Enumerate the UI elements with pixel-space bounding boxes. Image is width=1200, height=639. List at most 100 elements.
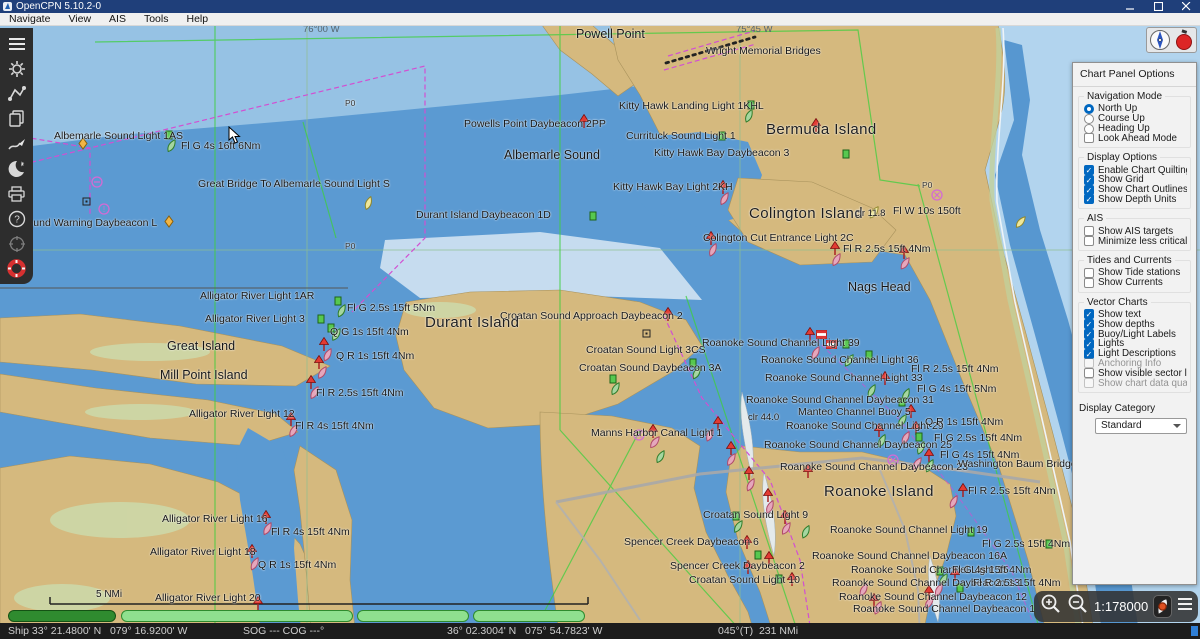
checkbox-show-visible-sector-lights[interactable] — [1084, 368, 1094, 378]
night-mode-moon-icon[interactable] — [4, 156, 30, 181]
option-show-chart-data-quality[interactable]: Show chart data quality — [1084, 378, 1187, 388]
checkbox-enable-chart-quilting[interactable]: ✓ — [1084, 165, 1094, 175]
chart-bar-segment[interactable] — [8, 610, 116, 622]
chart-label: Roanoke Island — [824, 483, 934, 500]
option-label: Anchoring Info — [1098, 358, 1161, 369]
chart-label: Currituck Sound Light 1 — [626, 130, 736, 142]
follow-boat-button[interactable] — [1153, 595, 1172, 618]
checkbox-show-currents[interactable] — [1084, 278, 1094, 288]
bearing-range-readout: 045°(T) 231 NMi — [718, 623, 798, 639]
option-label: Look Ahead Mode — [1098, 133, 1177, 144]
menu-view[interactable]: View — [59, 13, 100, 26]
chart-label: Fl G 4s 16ft 6Nm — [181, 140, 260, 152]
checkbox-lights[interactable]: ✓ — [1084, 339, 1094, 349]
chart-bar-segment[interactable] — [357, 610, 469, 622]
print-icon[interactable] — [4, 181, 30, 206]
chart-bar-segment[interactable] — [121, 610, 353, 622]
checkbox-show-tide-stations[interactable] — [1084, 268, 1094, 278]
checkbox-show-chart-outlines[interactable]: ✓ — [1084, 185, 1094, 195]
chart-label: Roanoke Sound Channel Light 39 — [702, 337, 860, 349]
chart-label: Q G 1s 15ft 4Nm — [330, 326, 409, 338]
chart-bar-segment[interactable] — [473, 610, 585, 622]
chart-label: P0 — [345, 98, 355, 108]
checkbox-light-descriptions[interactable]: ✓ — [1084, 349, 1094, 359]
route-manager-icon[interactable] — [4, 106, 30, 131]
group-label: Navigation Mode — [1084, 91, 1165, 102]
menu-ais[interactable]: AIS — [100, 13, 135, 26]
option-anchoring-info[interactable]: Anchoring Info — [1084, 359, 1187, 369]
chart-scale-value: 1:178000 — [1094, 599, 1148, 614]
compass-gps-widget[interactable] — [1146, 27, 1197, 53]
menu-tools[interactable]: Tools — [135, 13, 178, 26]
checkbox-show-grid[interactable]: ✓ — [1084, 175, 1094, 185]
menu-navigate[interactable]: Navigate — [0, 13, 59, 26]
checkbox-anchoring-info[interactable] — [1084, 358, 1094, 368]
checkbox-show-chart-data-quality[interactable] — [1084, 378, 1094, 388]
chart-label: P0 — [345, 241, 355, 251]
mouse-cursor — [228, 126, 241, 149]
chart-label: Fl G 2.5s 15ft 4Nm — [934, 432, 1022, 444]
chart-label: Roanoke Sound Channel Daybeacon 12 — [839, 591, 1027, 603]
checkbox-show-ais-targets[interactable] — [1084, 226, 1094, 236]
resize-grip[interactable] — [1191, 626, 1198, 636]
group-ais: AISShow AIS targetsMinimize less critica… — [1078, 218, 1191, 251]
radio-heading-up[interactable] — [1084, 124, 1094, 134]
chart-label: Alligator River Light 18 — [150, 546, 256, 558]
man-overboard-icon[interactable] — [4, 256, 30, 281]
chart-label: Fl W 10s 150ft — [893, 205, 961, 217]
chart-label: Albemarle Sound — [504, 148, 600, 162]
checkbox-show-text[interactable]: ✓ — [1084, 309, 1094, 319]
checkbox-buoy-light-labels[interactable]: ✓ — [1084, 329, 1094, 339]
drop-mark-icon[interactable] — [4, 231, 30, 256]
chart-scale-toolbar: 1:178000 — [1034, 591, 1198, 622]
chart-label: Bermuda Island — [766, 121, 877, 138]
follow-vessel-icon[interactable] — [4, 131, 30, 156]
chart-label: Spencer Creek Daybeacon 6 — [624, 536, 759, 548]
display-category-select[interactable]: Standard — [1095, 418, 1187, 434]
zoom-in-button[interactable] — [1040, 593, 1062, 620]
checkbox-show-depth-units[interactable]: ✓ — [1084, 194, 1094, 204]
maximize-button[interactable] — [1144, 0, 1172, 13]
settings-gear-icon[interactable] — [4, 56, 30, 81]
group-tides-and-currents: Tides and CurrentsShow Tide stationsShow… — [1078, 260, 1191, 293]
option-minimize-less-critical-targets[interactable]: Minimize less critical targets — [1084, 236, 1187, 246]
chart-label: Durant Island Daybeacon 1D — [416, 209, 551, 221]
radio-north-up[interactable] — [1084, 104, 1094, 114]
chart-label: P0 — [922, 180, 932, 190]
chart-label: Colington Island — [749, 205, 863, 222]
menu-help[interactable]: Help — [177, 13, 217, 26]
option-look-ahead-mode[interactable]: Look Ahead Mode — [1084, 133, 1187, 143]
display-category-label: Display Category — [1079, 403, 1190, 414]
chevron-down-icon — [1173, 424, 1181, 428]
option-label: Show chart data quality — [1098, 378, 1187, 389]
chart-label: Kitty Hawk Landing Light 1KHL — [619, 100, 764, 112]
gps-status-red-icon — [1174, 29, 1194, 51]
chart-label: Roanoke Sound Channel Daybeacon 23 — [780, 461, 968, 473]
chart-label: clr 11.8 — [855, 208, 885, 219]
chart-menu-button[interactable] — [1177, 597, 1193, 616]
group-vector-charts: Vector Charts✓Show text✓Show depths✓Buoy… — [1078, 302, 1191, 393]
chart-canvas[interactable]: 76°00 W75°45 WPowell PointWright Memoria… — [0, 26, 1200, 639]
minimize-button[interactable] — [1116, 0, 1144, 13]
cursor-position-readout: 36° 02.3004' N 075° 54.7823' W — [447, 623, 602, 639]
checkbox-show-depths[interactable]: ✓ — [1084, 319, 1094, 329]
checkbox-minimize-less-critical-targets[interactable] — [1084, 236, 1094, 246]
zoom-out-button[interactable] — [1067, 593, 1089, 620]
window-title: OpenCPN 5.10.2-0 — [16, 0, 101, 13]
chart-label: Alligator River Light 16 — [162, 513, 268, 525]
chart-label: Alligator River Light 12 — [189, 408, 295, 420]
option-show-currents[interactable]: Show Currents — [1084, 278, 1187, 288]
chart-label: Croatan Sound Light 9 — [703, 509, 808, 521]
help-icon[interactable]: ? — [4, 206, 30, 231]
menu-icon[interactable] — [4, 31, 30, 56]
group-label: AIS — [1084, 213, 1106, 224]
create-route-icon[interactable] — [4, 81, 30, 106]
chart-label: Powells Point Daybeacon 2PP — [464, 118, 606, 130]
radio-course-up[interactable] — [1084, 114, 1094, 124]
option-show-depth-units[interactable]: ✓Show Depth Units — [1084, 195, 1187, 205]
chart-label: Fl R 4s 15ft 4Nm — [271, 526, 350, 538]
chart-label: Fl G 2.5s 15ft 4Nm — [982, 538, 1070, 550]
chart-label: Fl R 2.5s 15ft 4Nm — [911, 363, 999, 375]
close-button[interactable] — [1172, 0, 1200, 13]
checkbox-look-ahead-mode[interactable] — [1084, 133, 1094, 143]
